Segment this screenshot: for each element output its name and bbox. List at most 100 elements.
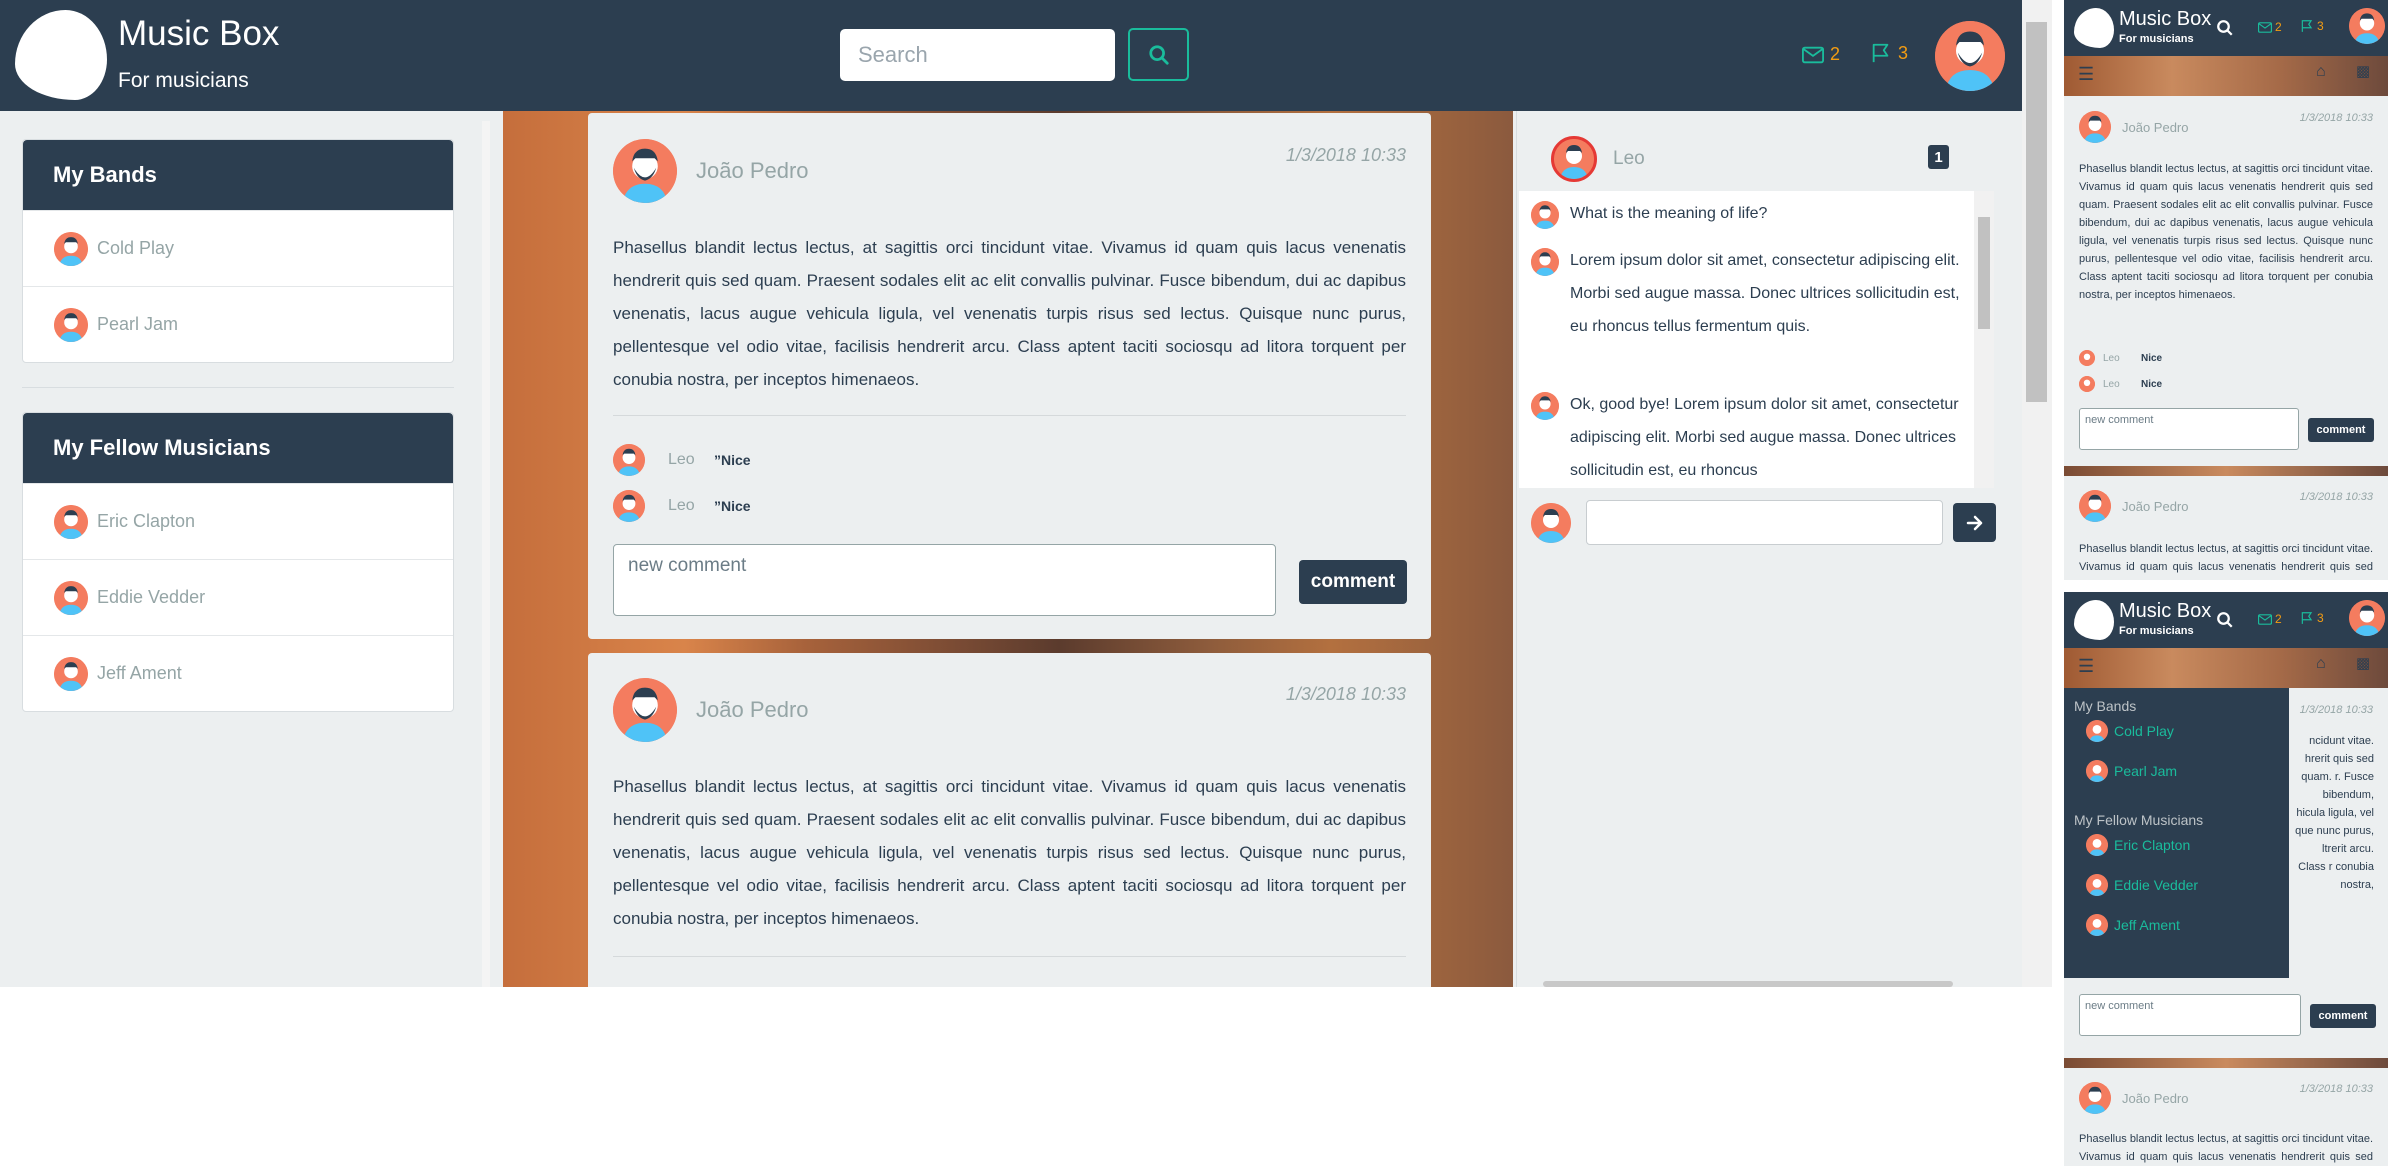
band-avatar [2086, 760, 2108, 782]
musician-avatar [2086, 834, 2108, 856]
musician-name: Eric Clapton [2114, 837, 2191, 853]
mobile-toolbar: ☰ ⌂ ▩ [2064, 648, 2388, 688]
post-author[interactable]: João Pedro [2122, 1091, 2189, 1106]
new-comment-input[interactable]: new comment [613, 544, 1276, 616]
user-avatar[interactable] [1935, 21, 2005, 91]
new-comment-input[interactable]: new comment [2079, 408, 2299, 450]
post-date: 1/3/2018 10:33 [1285, 145, 1406, 165]
message-avatar [1531, 248, 1559, 276]
hamburger-icon[interactable]: ☰ [2078, 64, 2094, 85]
search-icon[interactable] [2216, 611, 2234, 629]
message-avatar [1531, 201, 1559, 229]
comment-button[interactable]: comment [2308, 418, 2374, 442]
musician-name: Eric Clapton [97, 511, 196, 531]
post-author[interactable]: João Pedro [2122, 120, 2189, 135]
arrow-right-icon [1966, 515, 1982, 530]
chat-scrollbar[interactable] [1974, 191, 1994, 488]
chat-send-button[interactable] [1953, 503, 1996, 542]
app-title[interactable]: Music Box [118, 14, 279, 54]
message-text: What is the meaning of life? [1570, 205, 1768, 222]
post-author[interactable]: João Pedro [2122, 499, 2189, 514]
notifications-indicator[interactable]: 3 [2300, 19, 2324, 33]
logo-icon[interactable] [15, 10, 107, 100]
comment-item: Leo Nice [2079, 350, 2162, 366]
post-body: Phasellus blandit lectus lectus, at sagi… [2079, 163, 2373, 301]
search-button[interactable] [1128, 28, 1189, 81]
messages-indicator[interactable]: 2 [2258, 612, 2282, 626]
band-avatar [54, 231, 88, 266]
comment-user[interactable]: Leo [2103, 379, 2133, 390]
user-avatar[interactable] [2349, 8, 2385, 44]
mobile-feed-background [2064, 1058, 2388, 1068]
search-input[interactable] [840, 29, 1115, 81]
logo-icon[interactable] [2074, 600, 2114, 640]
home-icon[interactable]: ⌂ [2316, 655, 2326, 673]
app-title[interactable]: Music Box [2119, 600, 2211, 623]
chat-message: Lorem ipsum dolor sit amet, consectetur … [1531, 244, 1971, 343]
musician-avatar [54, 580, 88, 615]
notifications-indicator[interactable]: 3 [1870, 42, 1908, 64]
comment-text: Nice [2141, 352, 2163, 364]
post-body: Phasellus blandit lectus lectus, at sagi… [613, 777, 1406, 928]
post-author[interactable]: João Pedro [696, 697, 809, 723]
menu-band-item[interactable]: Cold Play [2086, 720, 2174, 742]
chat-horizontal-scrollbar[interactable] [1543, 981, 1953, 987]
post-author-avatar[interactable] [613, 139, 677, 203]
notifications-indicator[interactable]: 3 [2300, 611, 2324, 625]
band-item[interactable]: Pearl Jam [23, 286, 453, 362]
post-author-avatar[interactable] [2079, 111, 2111, 143]
messages-indicator[interactable]: 2 [1802, 44, 1840, 65]
user-avatar[interactable] [2349, 600, 2385, 636]
flag-icon [2301, 20, 2313, 32]
comment-user[interactable]: Leo [668, 451, 714, 469]
page-scrollbar[interactable] [2022, 0, 2052, 987]
chat-message-input[interactable] [1586, 500, 1943, 545]
messages-count: 2 [1830, 44, 1841, 64]
musician-avatar [54, 656, 88, 691]
top-navbar: Music Box For musicians 2 3 [0, 0, 2022, 111]
musician-item[interactable]: Eddie Vedder [23, 559, 453, 635]
musician-item[interactable]: Eric Clapton [23, 483, 453, 559]
menu-musician-item[interactable]: Eric Clapton [2086, 834, 2190, 856]
post-author-avatar[interactable] [2079, 490, 2111, 522]
home-icon[interactable]: ⌂ [2316, 63, 2326, 81]
comment-item: Leo Nice [2079, 376, 2162, 392]
post-author-avatar[interactable] [613, 678, 677, 742]
musician-item[interactable]: Jeff Ament [23, 635, 453, 711]
mobile-toolbar: ☰ ⌂ ▩ [2064, 56, 2388, 96]
sidebar-scrollbar[interactable] [482, 121, 490, 987]
chat-icon[interactable]: ▩ [2356, 62, 2370, 80]
post-author-avatar[interactable] [2079, 1082, 2111, 1114]
message-text: Lorem ipsum dolor sit amet, consectetur … [1570, 252, 1960, 335]
messages-indicator[interactable]: 2 [2258, 20, 2282, 34]
menu-musician-item[interactable]: Eddie Vedder [2086, 874, 2198, 896]
chat-contact-avatar[interactable] [1551, 136, 1597, 182]
comment-user[interactable]: Leo [2103, 353, 2133, 364]
chat-message: What is the meaning of life? [1531, 197, 1971, 230]
menu-musician-item[interactable]: Jeff Ament [2086, 914, 2180, 936]
comment-avatar [2079, 350, 2095, 366]
chat-icon[interactable]: ▩ [2356, 654, 2370, 672]
logo-icon[interactable] [2074, 8, 2114, 48]
mobile-post-card: João Pedro 1/3/2018 10:33 Phasellus blan… [2064, 1068, 2388, 1166]
mobile-feed-background [2064, 466, 2388, 476]
post-date: 1/3/2018 10:33 [1285, 684, 1406, 704]
hamburger-icon[interactable]: ☰ [2078, 656, 2094, 677]
comment-user[interactable]: Leo [668, 497, 714, 515]
menu-band-item[interactable]: Pearl Jam [2086, 760, 2177, 782]
band-item[interactable]: Cold Play [23, 210, 453, 286]
post-author[interactable]: João Pedro [696, 158, 809, 184]
comment-text: Nice [721, 498, 751, 514]
mobile-post-card: João Pedro 1/3/2018 10:33 Phasellus blan… [2064, 96, 2388, 466]
comment-button[interactable]: comment [1299, 560, 1407, 604]
app-title[interactable]: Music Box [2119, 8, 2211, 31]
comment-button[interactable]: comment [2310, 1004, 2376, 1028]
side-menu: My Bands Cold Play Pearl Jam My Fellow M… [2064, 688, 2289, 978]
unread-badge: 1 [1928, 145, 1949, 169]
comment-avatar [613, 444, 645, 476]
post-body-partial: ncidunt vitae. hrerit quis sed quam. r. … [2295, 735, 2374, 891]
envelope-icon [2258, 21, 2272, 33]
search-icon[interactable] [2216, 19, 2234, 37]
musician-name: Jeff Ament [2114, 917, 2180, 933]
new-comment-input[interactable]: new comment [2079, 994, 2301, 1036]
